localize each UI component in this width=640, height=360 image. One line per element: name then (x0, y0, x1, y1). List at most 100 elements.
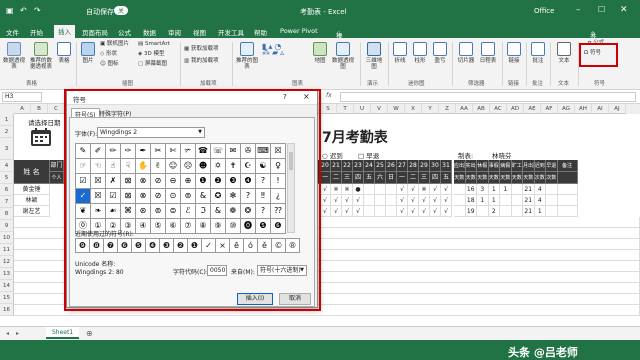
recent-symbol-cell[interactable]: ❺ (132, 239, 146, 253)
tab-data[interactable]: 数据 (143, 27, 156, 37)
stat-value[interactable]: 1 (534, 206, 546, 217)
recent-symbol-cell[interactable]: ě (258, 239, 272, 253)
recent-symbol-cell[interactable]: × (216, 239, 230, 253)
column-header[interactable]: A (14, 104, 31, 114)
link-button[interactable]: 链接 (506, 42, 522, 64)
attendance-mark[interactable]: ※ (342, 184, 353, 195)
pivot-table-button[interactable]: 数据透视表 (3, 42, 25, 70)
recent-symbol-cell[interactable]: ❾ (76, 239, 90, 253)
symbol-cell[interactable]: ? (256, 204, 271, 219)
symbol-cell[interactable]: ☏ (211, 144, 226, 159)
equation-button[interactable]: π 公式 (588, 40, 616, 46)
stat-value[interactable] (500, 195, 512, 206)
smartart-button[interactable]: ▤ SmartArt (138, 41, 178, 47)
undo-icon[interactable]: ↶ (20, 6, 27, 15)
stat-value[interactable] (511, 195, 523, 206)
column-header[interactable]: Z (439, 104, 456, 114)
symbol-cell[interactable]: ✓ (76, 189, 91, 204)
symbol-cell[interactable]: ⑩ (226, 219, 241, 234)
symbol-cell[interactable]: ☺ (166, 159, 181, 174)
symbol-cell[interactable]: ✐ (91, 144, 106, 159)
tab-review[interactable]: 审阅 (168, 27, 181, 37)
tab-page-layout[interactable]: 页面布局 (82, 27, 108, 37)
symbol-cell[interactable]: ✃ (181, 144, 196, 159)
symbol-cell[interactable]: ⊖ (166, 174, 181, 189)
attendance-mark[interactable]: √ (430, 206, 441, 217)
row-header[interactable]: 9 (0, 220, 14, 232)
my-addins-button[interactable]: ▥ 我的加载项 (184, 58, 228, 64)
shapes-button[interactable]: ◇ 形状 (100, 51, 138, 57)
stat-value[interactable] (546, 206, 558, 217)
3d-map-button[interactable]: 三维地图 (364, 42, 384, 70)
from-select[interactable]: 符号(十六进制) ▼ (257, 265, 307, 276)
recent-symbol-cell[interactable]: ✓ (202, 239, 216, 253)
stat-value[interactable]: 3 (477, 184, 489, 195)
tab-formulas[interactable]: 公式 (118, 27, 131, 37)
symbol-cell[interactable]: ✂ (151, 144, 166, 159)
font-select[interactable]: Wingdings 2 ▼ (97, 127, 205, 138)
symbol-cell[interactable]: ¿ (271, 189, 286, 204)
symbol-button[interactable]: Ω 符号 (584, 50, 614, 56)
attendance-mark[interactable]: √ (441, 195, 452, 206)
get-addins-button[interactable]: ▦ 获取加载项 (184, 46, 228, 52)
symbol-cell[interactable]: ✏ (106, 144, 121, 159)
stat-value[interactable] (557, 206, 578, 217)
chart-type-icons[interactable]: ▮▴◔ ⁂▰▵ (262, 43, 312, 57)
stat-value[interactable] (546, 184, 558, 195)
symbol-cell[interactable]: ☒ (91, 174, 106, 189)
add-sheet-icon[interactable]: ⊕ (86, 329, 93, 338)
online-picture-button[interactable]: ▣ 联机图片 (100, 41, 138, 47)
tab-view[interactable]: 视图 (193, 27, 206, 37)
name-box[interactable]: H3 (2, 92, 42, 102)
picture-button[interactable]: 图片 (80, 42, 96, 64)
scroll-left-icon[interactable]: ◂ (6, 330, 9, 337)
symbol-cell[interactable]: ⊠ (121, 189, 136, 204)
symbol-cell[interactable]: ✗ (106, 174, 121, 189)
symbol-cell[interactable]: ✎ (76, 144, 91, 159)
attendance-mark[interactable]: √ (320, 206, 331, 217)
recommended-pivot-button[interactable]: 推荐的数据透视表 (28, 42, 54, 70)
attendance-mark[interactable]: √ (408, 206, 419, 217)
symbol-cell[interactable]: ☜ (91, 159, 106, 174)
recent-symbol-cell[interactable]: ❶ (188, 239, 202, 253)
stat-value[interactable]: 1 (477, 195, 489, 206)
column-header[interactable]: T (337, 104, 354, 114)
close-window-icon[interactable]: ✕ (620, 5, 628, 15)
symbol-cell[interactable]: ⑧ (196, 219, 211, 234)
column-header[interactable]: V (371, 104, 388, 114)
cancel-button[interactable]: 取消 (279, 293, 311, 305)
stat-value[interactable] (454, 184, 466, 195)
tab-insert[interactable]: 插入 (54, 25, 75, 38)
attendance-mark[interactable]: √ (441, 206, 452, 217)
symbol-cell[interactable]: ⑨ (211, 219, 226, 234)
redo-icon[interactable]: ↷ (34, 6, 41, 15)
stat-value[interactable] (546, 195, 558, 206)
attendance-mark[interactable]: √ (397, 195, 408, 206)
attendance-mark[interactable]: ● (353, 184, 364, 195)
recent-symbol-cell[interactable]: © (272, 239, 286, 253)
column-header[interactable]: B (31, 104, 48, 114)
symbol-cell[interactable]: ❻ (271, 219, 286, 234)
symbol-cell[interactable]: ✝ (226, 159, 241, 174)
symbol-cell[interactable]: ④ (136, 219, 151, 234)
symbol-cell[interactable]: ☝ (106, 159, 121, 174)
sheet-tab[interactable]: Sheet1 (46, 327, 80, 339)
symbol-cell[interactable]: ! (271, 174, 286, 189)
insert-button[interactable]: 插入(I) (237, 293, 273, 305)
recent-symbol-cell[interactable]: ® (286, 239, 300, 253)
slicer-button[interactable]: 切片器 (456, 42, 476, 64)
symbol-cell[interactable]: ❸ (226, 174, 241, 189)
symbol-cell[interactable]: ☒ (91, 189, 106, 204)
symbol-cell[interactable]: ⊗ (136, 174, 151, 189)
scroll-right-icon[interactable]: ▸ (16, 330, 19, 337)
sparkline-line-button[interactable]: 折线 (392, 42, 408, 64)
attendance-mark[interactable]: √ (419, 195, 430, 206)
row-header[interactable]: 2 (0, 126, 14, 138)
symbol-cell[interactable]: ⑦ (181, 219, 196, 234)
row-header[interactable]: 10 (0, 232, 14, 244)
stat-value[interactable]: 4 (534, 184, 546, 195)
recommended-charts-button[interactable]: 推荐的图表 (236, 42, 258, 70)
symbol-cell[interactable]: ✡ (211, 159, 226, 174)
attendance-mark[interactable]: √ (320, 195, 331, 206)
row-header[interactable]: 8 (0, 208, 14, 220)
